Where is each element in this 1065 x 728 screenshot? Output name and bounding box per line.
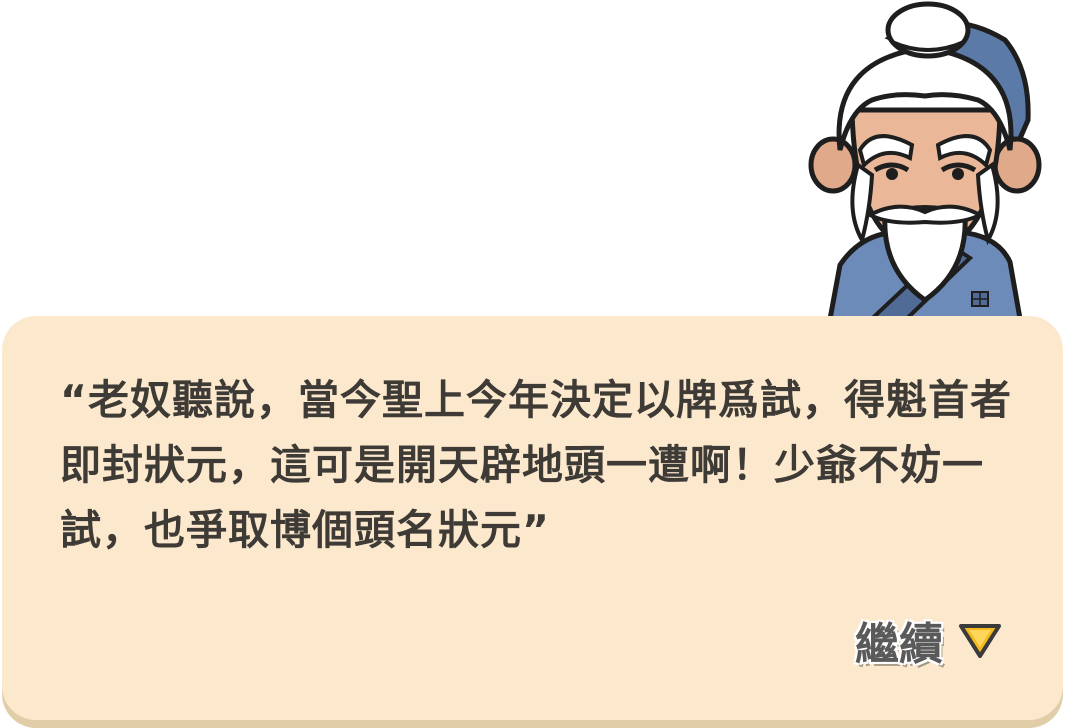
dialog-box[interactable]: “老奴聽說，當今聖上今年決定以牌爲試，得魁首者即封狀元，這可是開天辟地頭一遭啊！… [2,316,1063,720]
old-servant-portrait [808,1,1042,330]
continue-label: 繼續 [854,618,944,671]
triangle-down-icon [959,624,1001,658]
continue-button[interactable]: 繼續 [854,608,1003,672]
dialog-text: “老奴聽說，當今聖上今年決定以牌爲試，得魁首者即封狀元，這可是開天辟地頭一遭啊！… [60,376,1012,554]
dialog-scene: “老奴聽說，當今聖上今年決定以牌爲試，得魁首者即封狀元，這可是開天辟地頭一遭啊！… [0,0,1065,728]
